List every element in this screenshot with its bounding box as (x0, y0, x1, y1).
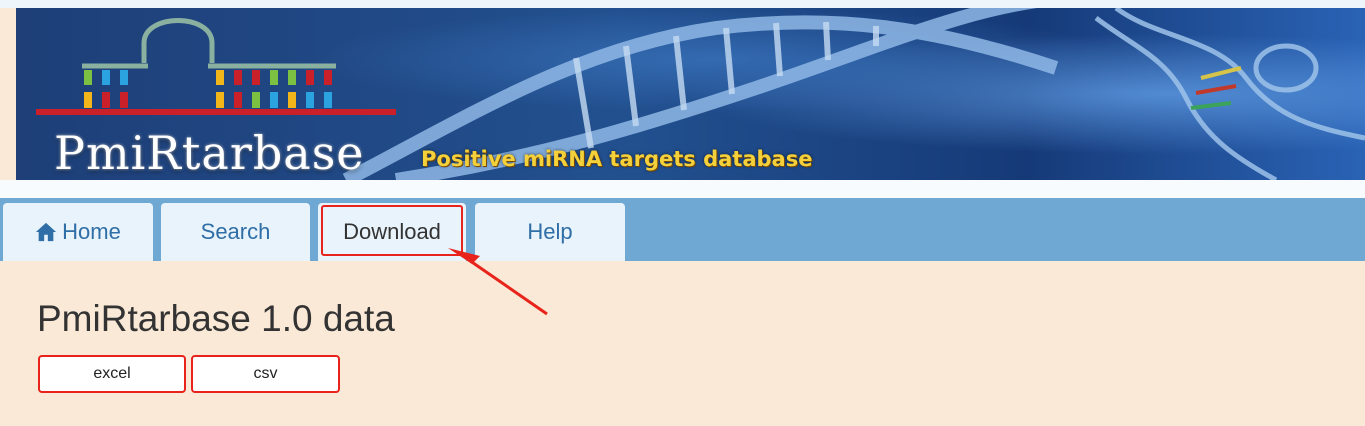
tab-download-label: Download (343, 219, 441, 244)
page-top-strip (0, 0, 1365, 8)
home-icon (36, 222, 57, 242)
page-title: PmiRtarbase 1.0 data (37, 298, 395, 339)
tab-help[interactable]: Help (475, 203, 625, 261)
download-excel-label: excel (93, 365, 131, 382)
download-csv-button[interactable]: csv (191, 355, 340, 393)
tab-search-label: Search (200, 219, 271, 244)
banner-nav-gap (0, 180, 1365, 198)
site-logo-text: PmiRtarbase (54, 126, 365, 180)
site-banner: PmiRtarbase Positive miRNA targets datab… (16, 8, 1365, 180)
download-excel-button[interactable]: excel (38, 355, 186, 393)
site-tagline: Positive miRNA targets database (421, 147, 813, 171)
download-csv-label: csv (253, 365, 278, 382)
tab-help-label: Help (527, 219, 573, 244)
main-navbar: Home Search Download Help (0, 198, 1365, 261)
tab-home[interactable]: Home (3, 203, 153, 261)
tab-home-label: Home (62, 219, 121, 244)
tab-download[interactable]: Download (318, 203, 466, 261)
tab-search[interactable]: Search (161, 203, 310, 261)
